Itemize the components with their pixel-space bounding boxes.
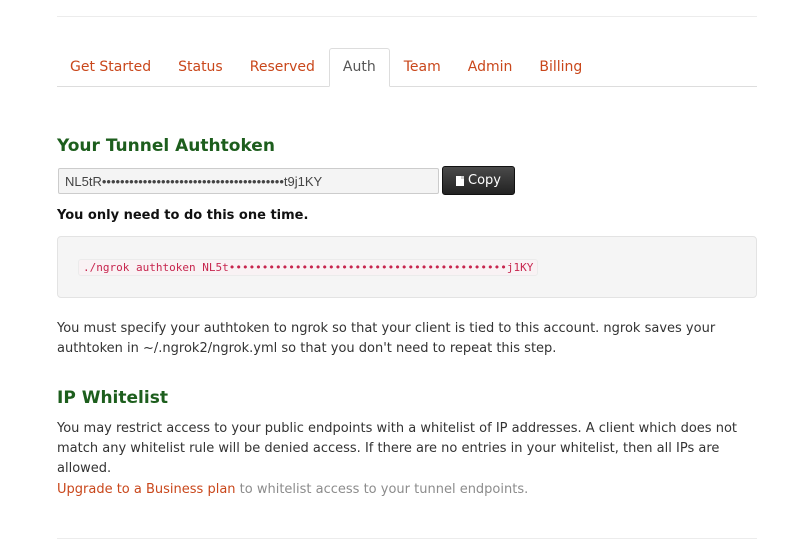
whitelist-description: You may restrict access to your public e…: [57, 421, 737, 476]
upgrade-suffix: to whitelist access to your tunnel endpo…: [235, 482, 529, 497]
top-divider: [57, 16, 757, 17]
tab-status[interactable]: Status: [165, 48, 236, 86]
one-time-note: You only need to do this one time.: [57, 208, 309, 223]
tab-auth[interactable]: Auth: [328, 48, 390, 87]
tab-billing[interactable]: Billing: [526, 48, 595, 86]
upgrade-link[interactable]: Upgrade to a Business plan: [57, 482, 236, 497]
copy-button-label: Copy: [468, 173, 501, 188]
tab-reserved[interactable]: Reserved: [237, 48, 328, 86]
authtoken-title: Your Tunnel Authtoken: [57, 136, 275, 156]
authtoken-command[interactable]: ./ngrok authtoken NL5t••••••••••••••••••…: [78, 259, 539, 276]
authtoken-field[interactable]: [58, 168, 439, 194]
whitelist-title: IP Whitelist: [57, 388, 168, 408]
tab-admin[interactable]: Admin: [455, 48, 526, 86]
authtoken-description: You must specify your authtoken to ngrok…: [57, 321, 716, 356]
upgrade-note: Upgrade to a Business plan to whitelist …: [57, 480, 757, 500]
tab-team[interactable]: Team: [391, 48, 454, 86]
bottom-divider: [57, 538, 757, 539]
file-icon: [456, 175, 464, 186]
command-block: ./ngrok authtoken NL5t••••••••••••••••••…: [57, 236, 757, 298]
copy-button[interactable]: Copy: [442, 166, 515, 195]
tab-get-started[interactable]: Get Started: [57, 48, 164, 86]
tab-bar: Get Started Status Reserved Auth Team Ad…: [57, 48, 757, 87]
